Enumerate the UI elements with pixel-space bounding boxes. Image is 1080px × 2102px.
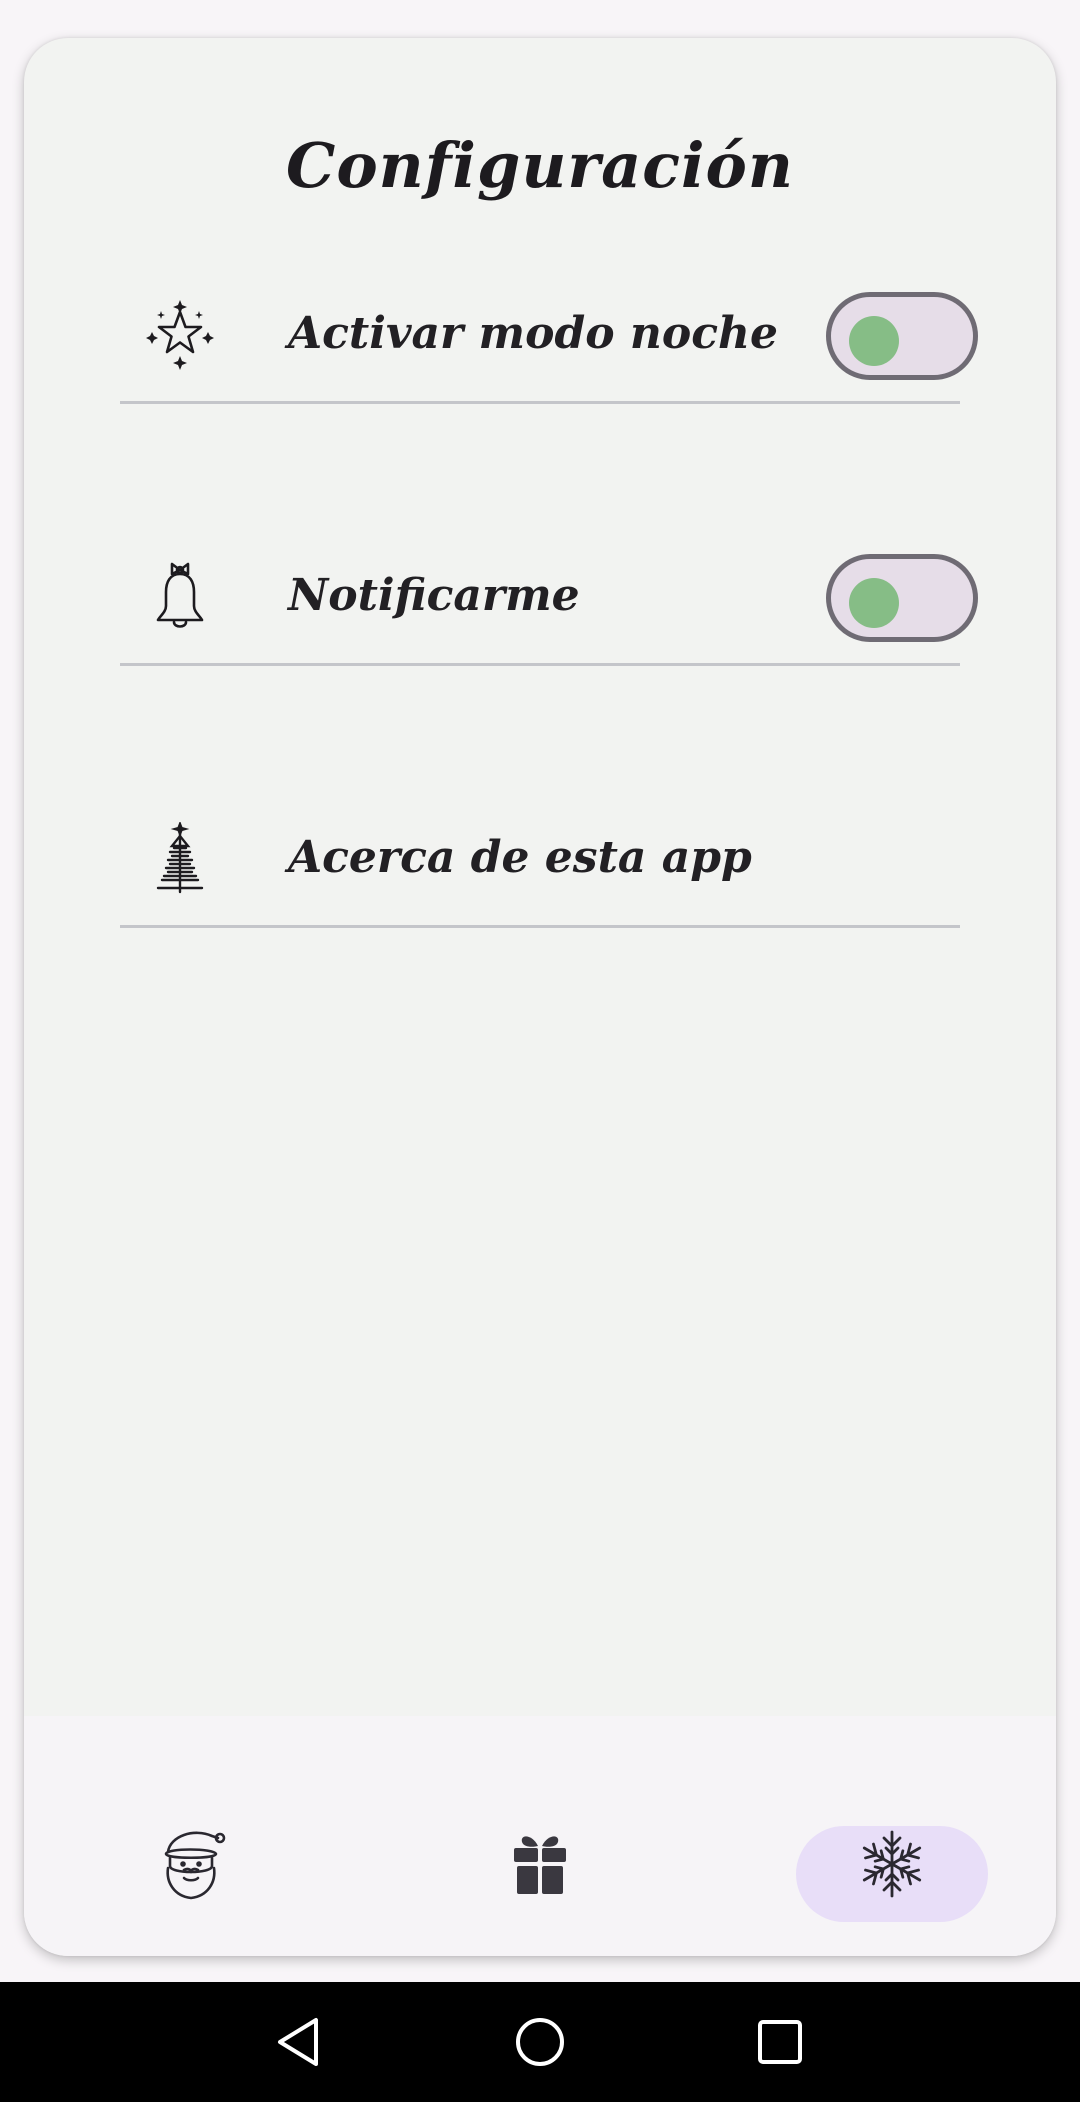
back-icon: [270, 2018, 330, 2076]
page-title: Configuración: [285, 129, 794, 202]
setting-row-notifications[interactable]: Notificarme: [120, 526, 978, 666]
night-mode-label: Activar modo noche: [288, 308, 778, 359]
setting-row-night-mode[interactable]: Activar modo noche: [120, 264, 978, 404]
sparkle-star-icon: [144, 298, 216, 370]
nav-item-santa[interactable]: [154, 1826, 230, 1902]
bell-icon: [144, 560, 216, 632]
nav-item-settings[interactable]: [854, 1826, 930, 1902]
recents-icon: [750, 2020, 810, 2076]
back-button[interactable]: [270, 2012, 330, 2072]
bottom-navigation: [24, 1716, 1056, 1956]
christmas-tree-icon: [144, 820, 216, 894]
divider: [120, 401, 960, 404]
nav-item-gifts[interactable]: [502, 1826, 578, 1902]
toggle-knob: [849, 578, 899, 628]
notifications-toggle[interactable]: [826, 554, 978, 642]
night-mode-toggle[interactable]: [826, 292, 978, 380]
toggle-knob: [849, 316, 899, 366]
recents-button[interactable]: [750, 2012, 810, 2072]
snowflake-icon: [854, 1830, 930, 1906]
santa-icon: [154, 1831, 230, 1906]
notifications-label: Notificarme: [288, 570, 580, 621]
settings-card: Configuración Activar modo noche Notific…: [24, 38, 1056, 1956]
divider: [120, 663, 960, 666]
gift-icon: [502, 1836, 578, 1906]
about-label: Acerca de esta app: [288, 832, 752, 883]
home-button[interactable]: [510, 2012, 570, 2072]
divider: [120, 925, 960, 928]
system-navigation-bar: [0, 1982, 1080, 2102]
setting-row-about[interactable]: Acerca de esta app: [120, 788, 960, 928]
home-icon: [510, 2018, 570, 2076]
